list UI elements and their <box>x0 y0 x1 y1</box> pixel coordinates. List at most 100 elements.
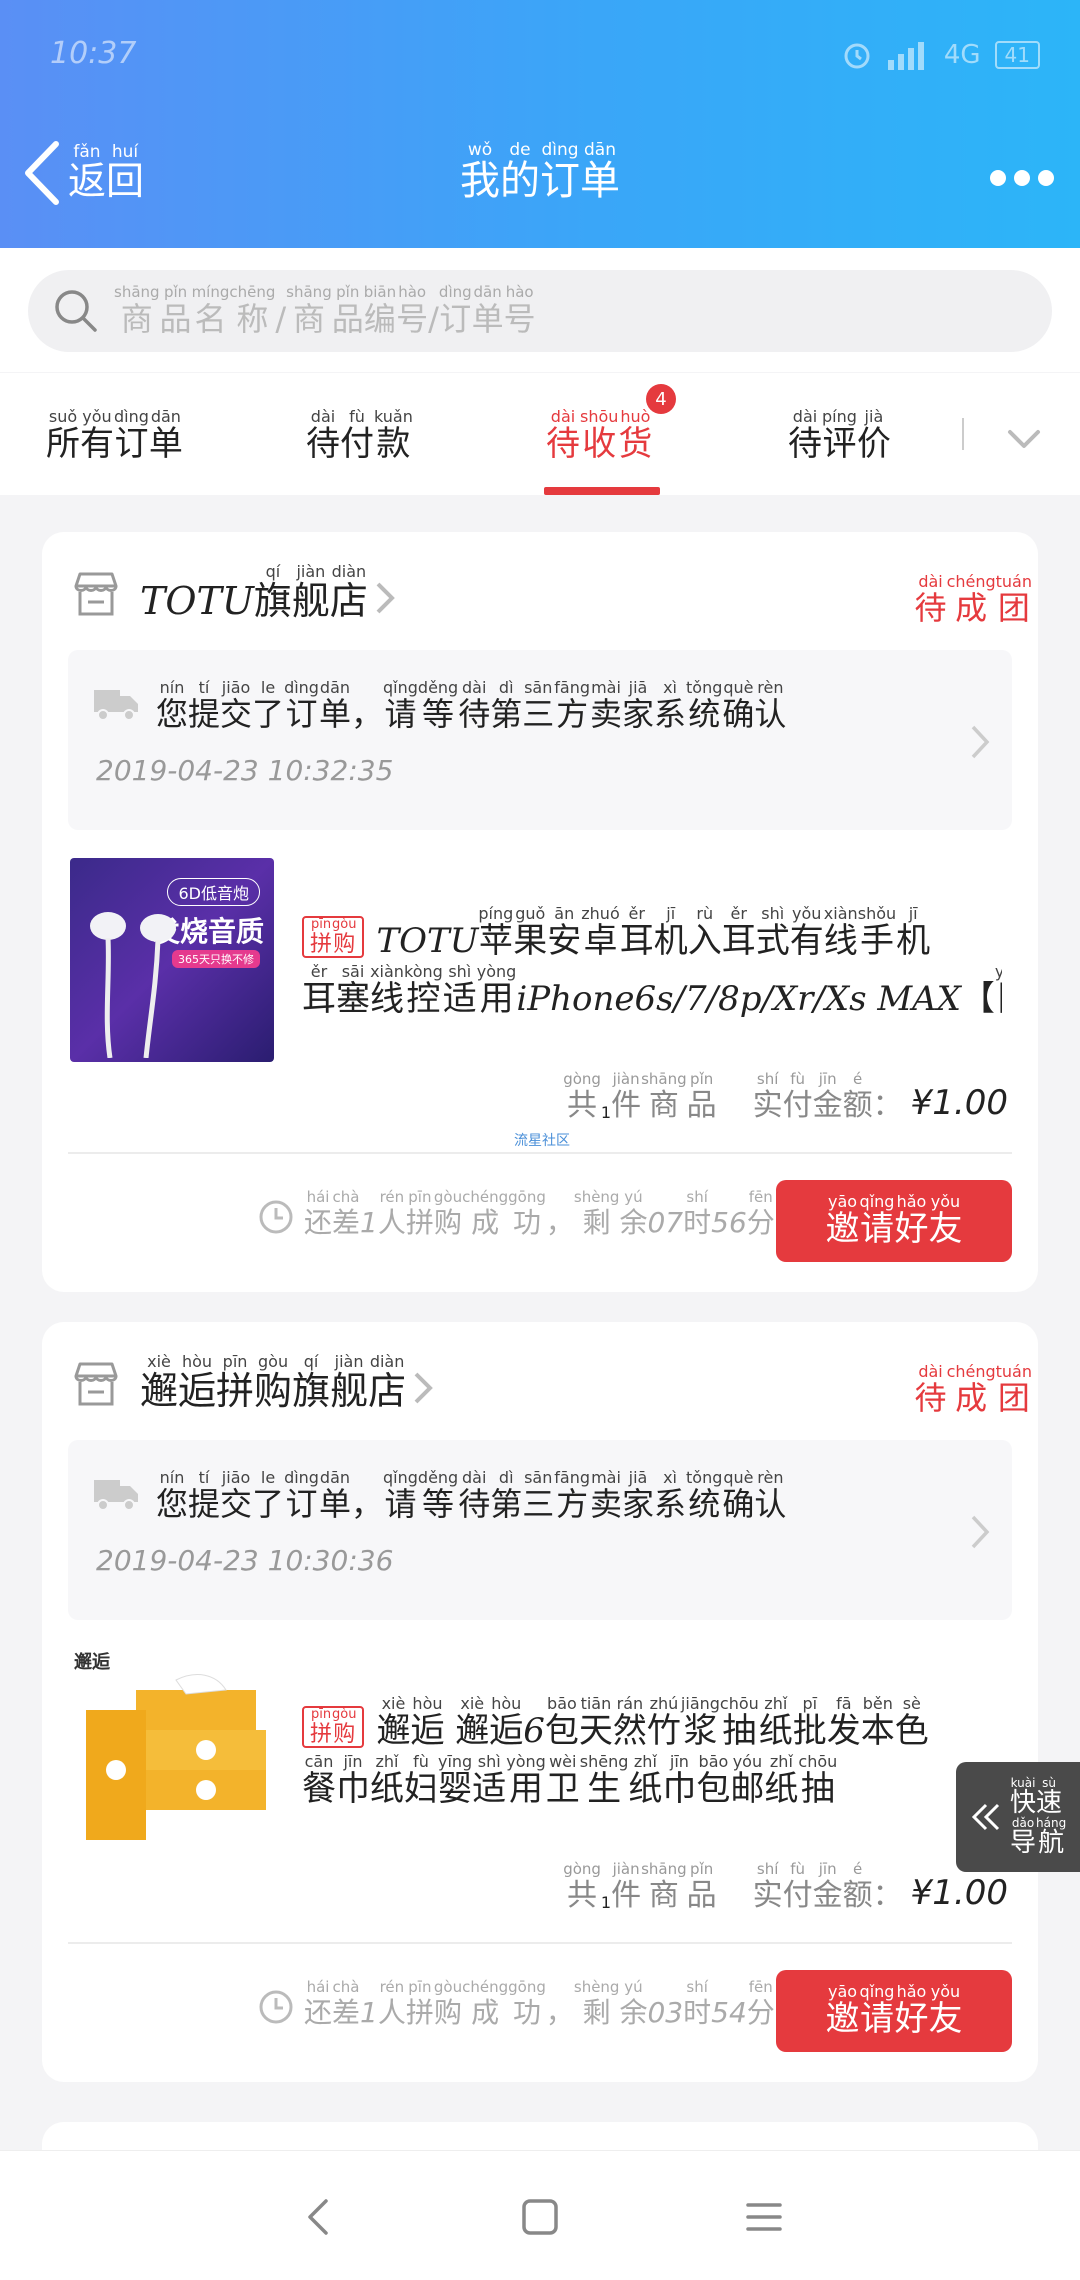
order-notice[interactable]: nín 您 tí 提 jiāo 交 le 了 dìng 订 dān 单， qǐng 请 děng 等 dài 待 d… <box>68 650 1012 830</box>
ruby-char: yóu 邮 <box>730 1753 765 1808</box>
order-notice[interactable]: nín 您 tí 提 jiāo 交 le 了 dìng 订 dān 单， qǐng 请 děng 等 dài 待 d… <box>68 1440 1012 1620</box>
invite-friends-button[interactable]: yāo 邀 qǐng 请 hǎo 好 yǒu 友 <box>776 1970 1012 2052</box>
ruby-char: jiàn 件 <box>611 1860 642 1913</box>
ruby-char: dì 第 <box>490 1468 523 1523</box>
ruby-char: sān 三 <box>522 1468 555 1523</box>
ruby-char: tǒng 统 <box>686 678 723 733</box>
text-segment: TOTU <box>376 921 479 960</box>
ruby-char: nín 您 <box>156 1468 189 1523</box>
alarm-icon <box>844 43 870 69</box>
ruby-char: zhǐ 纸 <box>758 1696 793 1750</box>
ruby-char: shāng 商 <box>641 1860 687 1913</box>
ruby-char: yuán圆 <box>994 963 1002 1017</box>
ruby-char: chà 差 <box>332 1188 361 1239</box>
invite-friends-button[interactable]: yāo 邀 qǐng 请 hǎo 好 yǒu 友 <box>776 1180 1012 1262</box>
ruby-char: děng 等 <box>417 678 459 733</box>
order-card: TOTU qí 旗 jiàn 舰 diàn 店 dài 待 chéng 成 tuán 团 nín 您 tí… <box>42 532 1038 1292</box>
ruby-char: què 确 <box>722 678 755 733</box>
ruby-char: sāi 塞 <box>336 963 370 1018</box>
order-time: 2019-04-23 10:32:35 <box>96 754 394 787</box>
quick-nav-button[interactable]: kuài 快 sù 速 dǎo 导 háng 航 <box>956 1762 1080 1872</box>
ruby-char: wǒ 我 <box>460 140 500 204</box>
ruby-char: dìng 订 <box>284 678 319 733</box>
ruby-char: shì 适 <box>442 963 477 1018</box>
ruby-char: yīng 婴 <box>438 1753 473 1808</box>
nav-menu-icon[interactable] <box>740 2193 788 2241</box>
nav-home-icon[interactable] <box>516 2193 564 2241</box>
tab-pending-receipt[interactable]: dài 待 shōu 收 huò 货 <box>546 409 652 463</box>
system-nav-bar <box>0 2150 1080 2280</box>
chevron-down-icon[interactable] <box>1004 418 1044 458</box>
ruby-char: ěr 耳 <box>302 963 336 1018</box>
order-status: dài 待 chéng 成 tuán 团 <box>915 574 1032 626</box>
search-placeholder: shāng 商 pǐn 品 míng 名 chēng 称 / shāng 商 pǐn 品 biān 编 hào… <box>114 285 536 337</box>
search-section: shāng 商 pǐn 品 míng 名 chēng 称 / shāng 商 pǐn 品 biān 编 hào… <box>0 248 1080 372</box>
ruby-char: dài 待 <box>914 1362 947 1417</box>
truck-icon <box>94 690 138 721</box>
store-icon <box>74 572 118 616</box>
ruby-char: dān 单 <box>580 140 620 204</box>
ruby-char: le 了 <box>252 678 285 733</box>
tab-all-orders[interactable]: suǒ 所 yǒu 有 dìng 订 dān 单 <box>46 409 183 463</box>
order-price: ¥1.00 <box>910 1872 1008 1913</box>
ruby-char: ： <box>872 1878 903 1913</box>
ruby-char: suǒ 所 <box>46 407 80 464</box>
ruby-char: ， <box>545 1206 574 1239</box>
tab-pending-payment[interactable]: dài 待 fù 付 kuǎn 款 <box>306 409 413 463</box>
ruby-char: biān 编 <box>363 283 397 339</box>
ruby-char: zhuó 卓 <box>581 906 620 960</box>
ruby-char: dài 待 <box>306 407 340 464</box>
ruby-char: qí 旗 <box>292 1352 331 1413</box>
ruby-char: chà 差 <box>332 1978 361 2029</box>
ruby-char: hào 号 <box>396 283 429 339</box>
ruby-char: dì 第 <box>490 678 523 733</box>
ruby-char: jià 价 <box>856 407 891 464</box>
product-title: pīn 拼 gòu 购 xiè 邂 hòu 逅 xiè 邂 hòu 逅 6 bāo 包 tiān 天 rán 然 z… <box>302 1696 1002 1811</box>
text-segment: 1 <box>360 1206 378 1239</box>
double-chevron-left-icon <box>971 1803 1000 1831</box>
status-icons: 4G 41 <box>842 40 1040 70</box>
active-tab-indicator <box>544 487 660 495</box>
network-type: 4G <box>943 40 981 70</box>
ruby-char: píng 评 <box>822 407 857 464</box>
search-icon <box>55 290 97 332</box>
product-item[interactable]: 6D低音炮 发烧音质 365天只换不修 pīn 拼 gòu 购 TOTU píng 苹 guǒ 果… <box>70 858 1010 1068</box>
store-header[interactable]: xiè 邂 hòu 逅 pīn 拼 gòu 购 qí 旗 jiàn 舰 diàn 店 <box>70 1354 434 1412</box>
ruby-char: qǐng 请 <box>383 678 418 733</box>
ruby-char: tí 提 <box>188 678 221 733</box>
ruby-char: píng 苹 <box>478 906 514 960</box>
ruby-char: tǒng 统 <box>686 1468 723 1523</box>
chevron-right-icon <box>971 725 990 759</box>
ruby-char: de 的 <box>500 140 540 204</box>
ruby-char: yú 余 <box>619 1978 648 2029</box>
ruby-char: qǐng 请 <box>859 1982 895 2040</box>
ruby-char: jīn 巾 <box>336 1753 370 1808</box>
ruby-char: cān 餐 <box>302 1753 336 1808</box>
store-header[interactable]: TOTU qí 旗 jiàn 舰 diàn 店 <box>70 564 396 622</box>
ruby-char: tí 提 <box>188 1468 221 1523</box>
ruby-char: nín 您 <box>156 678 189 733</box>
product-item[interactable]: 邂逅 pīn 拼 gòu 购 xiè 邂 hòu 逅 xiè 邂 hòu 逅 6 bāo 包 tiān 天 rá… <box>70 1648 1010 1858</box>
ruby-char: běn 本 <box>860 1696 895 1750</box>
ruby-char: pīn 拼 <box>310 1706 333 1747</box>
notice-message: nín 您 tí 提 jiāo 交 le 了 dìng 订 dān 单， qǐng 请 děng 等 dài 待 d… <box>156 680 786 732</box>
tissue-boxes-illustration <box>86 1674 266 1840</box>
ruby-char: dài 待 <box>458 1468 491 1523</box>
ruby-char: mài 卖 <box>589 1468 622 1523</box>
ruby-char: hǎo 好 <box>894 1982 929 2040</box>
store-name: xiè 邂 hòu 逅 pīn 拼 gòu 购 qí 旗 jiàn 舰 diàn 店 <box>140 1354 406 1412</box>
ruby-char: gòu 购 <box>332 916 357 957</box>
earphones-illustration <box>90 912 176 1058</box>
tab-pending-review[interactable]: dài 待 píng 评 jià 价 <box>788 409 891 463</box>
more-dot-icon <box>990 170 1006 186</box>
ruby-char: shǒu 手 <box>857 906 897 960</box>
ruby-char: kòng 控 <box>404 963 443 1018</box>
ruby-char: 【 <box>960 978 995 1018</box>
ruby-char: qǐng 请 <box>383 1468 418 1523</box>
search-input[interactable]: shāng 商 pǐn 品 míng 名 chēng 称 / shāng 商 pǐn 品 biān 编 hào… <box>28 270 1052 352</box>
text-segment: 1 <box>600 1102 612 1122</box>
more-options-button[interactable] <box>990 170 1054 186</box>
ruby-char: kuǎn 款 <box>374 407 413 464</box>
clock-icon <box>259 1990 293 2024</box>
nav-back-icon[interactable] <box>296 2193 344 2241</box>
